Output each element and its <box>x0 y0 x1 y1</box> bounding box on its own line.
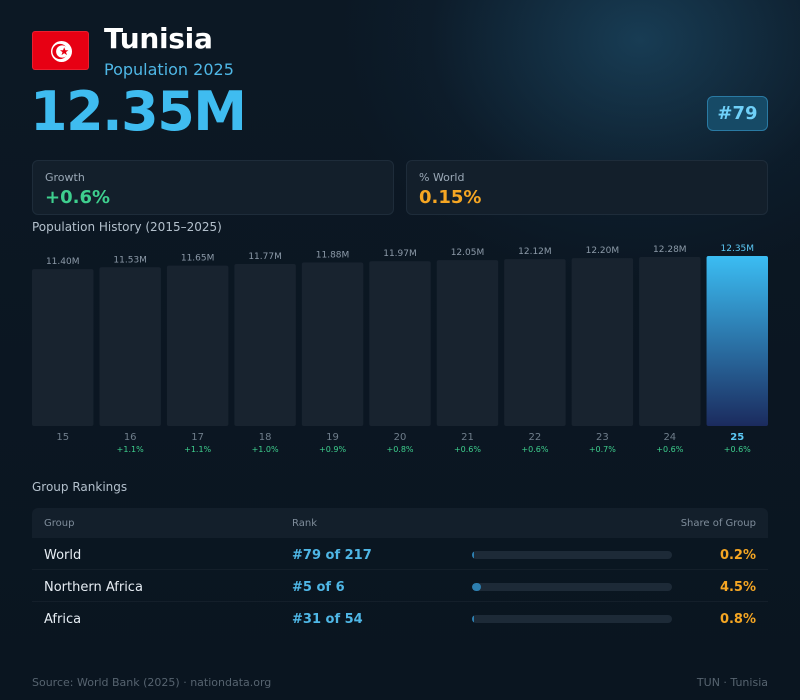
rankings-table: Group Rank Share of Group World #79 of 2… <box>32 508 768 634</box>
bar-value-label: 12.28M <box>653 245 687 255</box>
header-group: Group <box>44 518 75 529</box>
growth-label: +1.0% <box>252 445 279 454</box>
x-tick-label: 20 <box>394 432 407 443</box>
population-history-chart: 11.40M 15 11.53M 16 +1.1% 11.65M 17 +1.1% 11.77M… <box>32 244 768 454</box>
bar-value-label: 11.77M <box>248 252 282 262</box>
x-tick-label: 18 <box>259 432 272 443</box>
bar-15 <box>32 269 94 426</box>
x-tick-label: 24 <box>663 432 676 443</box>
x-tick-label: 15 <box>56 432 69 443</box>
table-row: Africa #31 of 54 0.8% <box>32 602 768 634</box>
bar-value-label: 11.53M <box>113 255 147 265</box>
growth-label: +0.6% <box>724 445 751 454</box>
header-share: Share of Group <box>680 518 756 529</box>
source-note: Source: World Bank (2025) · nationdata.o… <box>32 676 272 689</box>
growth-label: +0.8% <box>386 445 413 454</box>
bar-value-label: 11.97M <box>383 249 417 259</box>
growth-label: +0.9% <box>319 445 346 454</box>
bar-value-label: 12.20M <box>586 246 620 256</box>
x-tick-label: 19 <box>326 432 339 443</box>
x-tick-label: 22 <box>529 432 542 443</box>
bar-value-label: 11.65M <box>181 254 215 264</box>
x-tick-label: 17 <box>191 432 204 443</box>
bar-25 <box>706 256 768 426</box>
share-bar-fill <box>472 615 475 623</box>
bar-16 <box>99 267 161 426</box>
bar-value-label: 12.35M <box>721 244 755 254</box>
bar-24 <box>639 256 701 426</box>
bar-18 <box>234 263 296 426</box>
growth-label: +0.6% <box>656 445 683 454</box>
share-bar-fill <box>472 551 475 559</box>
group-share: 4.5% <box>719 580 756 595</box>
bar-21 <box>436 260 499 426</box>
share-bar <box>472 615 672 623</box>
group-share: 0.2% <box>719 548 756 563</box>
share-bar-fill <box>472 583 481 591</box>
growth-label: +0.6% <box>454 445 481 454</box>
group-rank: #79 of 217 <box>292 548 372 563</box>
group-name: World <box>44 548 82 563</box>
x-tick-label: 16 <box>124 432 137 443</box>
bar-value-label: 12.05M <box>451 248 485 258</box>
country-card: Tunisia Population 2025 12.35M #79 Growt… <box>0 0 800 700</box>
table-row: World #79 of 217 0.2% <box>32 538 768 570</box>
bar-value-label: 11.88M <box>316 250 350 260</box>
table-row: Northern Africa #5 of 6 4.5% <box>32 570 768 602</box>
growth-label: +0.7% <box>589 445 616 454</box>
group-name: Africa <box>44 612 82 627</box>
rankings-title: Group Rankings <box>32 480 128 494</box>
group-name: Northern Africa <box>44 580 143 595</box>
growth-label: +1.1% <box>117 445 144 454</box>
rankings-header: Group Rank Share of Group <box>32 508 768 538</box>
group-rank: #31 of 54 <box>292 612 363 627</box>
group-rank: #5 of 6 <box>292 580 345 595</box>
share-bar <box>472 551 672 559</box>
group-share: 0.8% <box>719 612 756 627</box>
bar-22 <box>504 259 566 426</box>
growth-label: +0.6% <box>521 445 548 454</box>
header-rank: Rank <box>292 518 317 529</box>
x-tick-label: 25 <box>730 432 744 443</box>
bar-value-label: 12.12M <box>518 247 552 257</box>
bar-value-label: 11.40M <box>46 257 80 267</box>
bar-20 <box>369 261 431 426</box>
bar-17 <box>166 265 229 426</box>
share-bar <box>472 583 672 591</box>
x-tick-label: 21 <box>461 432 474 443</box>
x-tick-label: 23 <box>596 432 609 443</box>
bar-19 <box>301 262 364 426</box>
country-code: TUN · Tunisia <box>696 676 768 689</box>
bar-23 <box>571 258 634 426</box>
growth-label: +1.1% <box>184 445 211 454</box>
